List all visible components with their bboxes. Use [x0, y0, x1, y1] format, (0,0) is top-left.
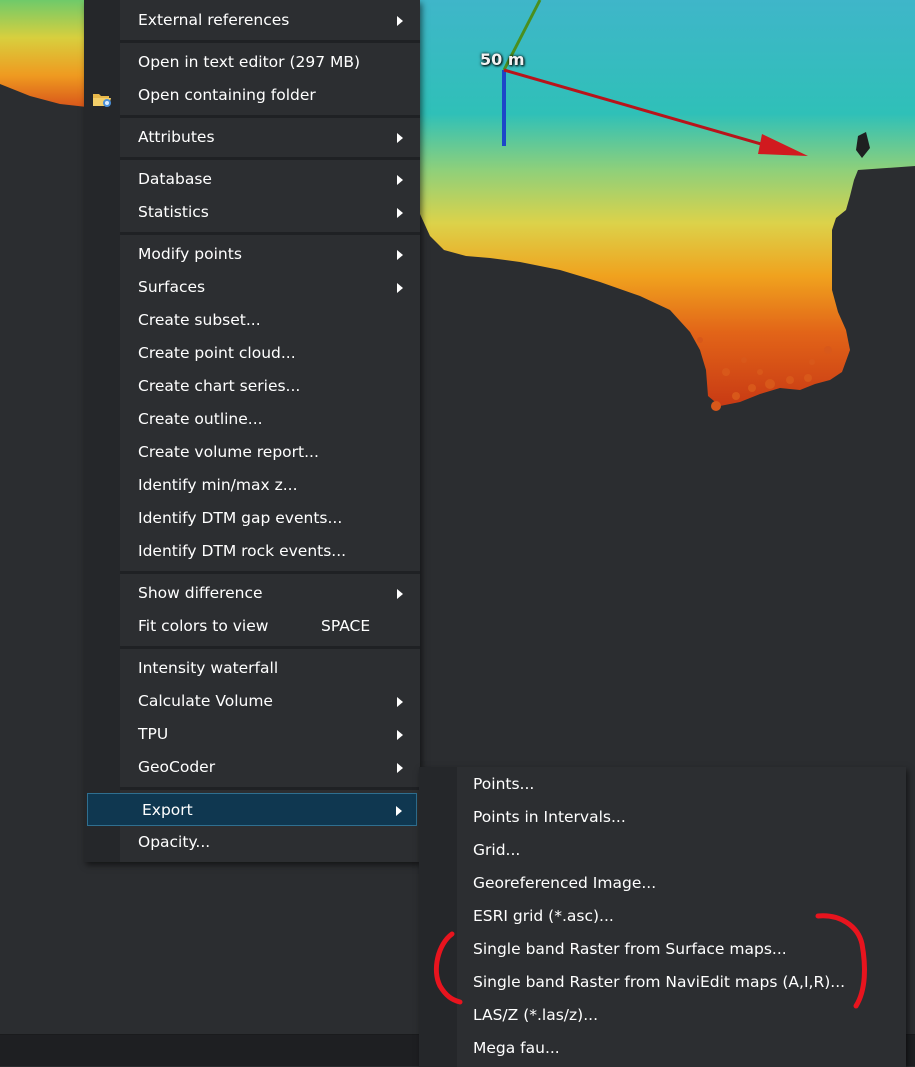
- menu-item-label: Single band Raster from NaviEdit maps (A…: [473, 973, 846, 991]
- submenu-arrow-icon: [397, 589, 403, 599]
- menu-item-label: Database: [138, 170, 212, 188]
- menu-item-label: Georeferenced Image...: [473, 874, 657, 892]
- menu-item-label: GeoCoder: [138, 758, 216, 776]
- menu-separator: [120, 115, 420, 118]
- menu-item-label: TPU: [138, 725, 169, 743]
- menu-item-label: Modify points: [138, 245, 242, 263]
- menu-separator: [120, 571, 420, 574]
- menu-item-fit-colors-to-view[interactable]: Fit colors to view SPACE: [84, 610, 420, 643]
- menu-item-statistics[interactable]: Statistics: [84, 196, 420, 229]
- menu-item-identify-dtm-rock-events[interactable]: Identify DTM rock events...: [84, 535, 420, 568]
- menu-separator: [120, 157, 420, 160]
- submenu-arrow-icon: [397, 16, 403, 26]
- menu-item-create-point-cloud[interactable]: Create point cloud...: [84, 337, 420, 370]
- menu-item-tpu[interactable]: TPU: [84, 718, 420, 751]
- menu-item-label: Intensity waterfall: [138, 659, 279, 677]
- menu-item-label: Fit colors to view: [138, 617, 269, 635]
- surface-left-fragment: [0, 0, 96, 108]
- menu-item-label: Points in Intervals...: [473, 808, 626, 826]
- export-item-points[interactable]: Points...: [419, 768, 906, 801]
- menu-item-create-subset[interactable]: Create subset...: [84, 304, 420, 337]
- menu-item-label: Show difference: [138, 584, 263, 602]
- menu-item-label: Create volume report...: [138, 443, 319, 461]
- menu-item-label: External references: [138, 11, 290, 29]
- menu-item-label: Calculate Volume: [138, 692, 273, 710]
- menu-item-label: Identify DTM gap events...: [138, 509, 343, 527]
- menu-item-label: Create subset...: [138, 311, 261, 329]
- menu-item-label: Create chart series...: [138, 377, 301, 395]
- menu-item-label: Mega fau...: [473, 1039, 560, 1057]
- export-item-esri-grid[interactable]: ESRI grid (*.asc)...: [419, 900, 906, 933]
- export-item-single-band-raster-surface-maps[interactable]: Single band Raster from Surface maps...: [419, 933, 906, 966]
- menu-item-label: Export: [142, 801, 193, 819]
- menu-item-label: Create outline...: [138, 410, 263, 428]
- menu-item-label: Grid...: [473, 841, 521, 859]
- menu-item-label: Open in text editor (297 MB): [138, 53, 361, 71]
- menu-item-label: Attributes: [138, 128, 215, 146]
- menu-item-shortcut: SPACE: [321, 617, 371, 635]
- menu-item-geocoder[interactable]: GeoCoder: [84, 751, 420, 784]
- menu-item-label: Identify min/max z...: [138, 476, 298, 494]
- export-item-las-z[interactable]: LAS/Z (*.las/z)...: [419, 999, 906, 1032]
- export-item-grid[interactable]: Grid...: [419, 834, 906, 867]
- menu-item-label: ESRI grid (*.asc)...: [473, 907, 614, 925]
- menu-item-opacity[interactable]: Opacity...: [84, 826, 420, 859]
- menu-separator: [120, 232, 420, 235]
- export-item-points-in-intervals[interactable]: Points in Intervals...: [419, 801, 906, 834]
- menu-item-create-chart-series[interactable]: Create chart series...: [84, 370, 420, 403]
- menu-item-create-volume-report[interactable]: Create volume report...: [84, 436, 420, 469]
- submenu-arrow-icon: [397, 175, 403, 185]
- menu-separator: [120, 787, 420, 790]
- submenu-arrow-icon: [396, 806, 402, 816]
- export-item-single-band-raster-naviedit-maps[interactable]: Single band Raster from NaviEdit maps (A…: [419, 966, 906, 999]
- context-menu: External references Open in text editor …: [84, 0, 420, 862]
- submenu-arrow-icon: [397, 133, 403, 143]
- submenu-arrow-icon: [397, 697, 403, 707]
- menu-item-create-outline[interactable]: Create outline...: [84, 403, 420, 436]
- menu-item-label: Single band Raster from Surface maps...: [473, 940, 787, 958]
- menu-item-open-in-text-editor[interactable]: Open in text editor (297 MB): [84, 46, 420, 79]
- menu-item-label: Create point cloud...: [138, 344, 296, 362]
- menu-item-label: Open containing folder: [138, 86, 316, 104]
- menu-item-surfaces[interactable]: Surfaces: [84, 271, 420, 304]
- export-item-mega-fau[interactable]: Mega fau...: [419, 1032, 906, 1065]
- export-item-georeferenced-image[interactable]: Georeferenced Image...: [419, 867, 906, 900]
- menu-item-show-difference[interactable]: Show difference: [84, 577, 420, 610]
- menu-item-attributes[interactable]: Attributes: [84, 121, 420, 154]
- menu-item-label: Statistics: [138, 203, 209, 221]
- submenu-arrow-icon: [397, 763, 403, 773]
- menu-item-label: Opacity...: [138, 833, 211, 851]
- menu-item-export[interactable]: Export: [87, 793, 417, 826]
- menu-item-identify-min-max-z[interactable]: Identify min/max z...: [84, 469, 420, 502]
- submenu-arrow-icon: [397, 730, 403, 740]
- menu-item-label: Points...: [473, 775, 535, 793]
- folder-icon: [92, 87, 112, 107]
- menu-item-external-references[interactable]: External references: [84, 4, 420, 37]
- menu-item-label: Surfaces: [138, 278, 206, 296]
- menu-separator: [120, 646, 420, 649]
- submenu-arrow-icon: [397, 283, 403, 293]
- menu-item-modify-points[interactable]: Modify points: [84, 238, 420, 271]
- menu-separator: [120, 40, 420, 43]
- menu-item-database[interactable]: Database: [84, 163, 420, 196]
- menu-item-intensity-waterfall[interactable]: Intensity waterfall: [84, 652, 420, 685]
- export-submenu: Points... Points in Intervals... Grid...…: [419, 767, 906, 1067]
- submenu-arrow-icon: [397, 208, 403, 218]
- menu-item-calculate-volume[interactable]: Calculate Volume: [84, 685, 420, 718]
- menu-item-open-containing-folder[interactable]: Open containing folder: [84, 79, 420, 112]
- menu-item-label: LAS/Z (*.las/z)...: [473, 1006, 598, 1024]
- menu-item-label: Identify DTM rock events...: [138, 542, 347, 560]
- submenu-arrow-icon: [397, 250, 403, 260]
- scale-label: 50 m: [480, 50, 525, 69]
- menu-item-identify-dtm-gap-events[interactable]: Identify DTM gap events...: [84, 502, 420, 535]
